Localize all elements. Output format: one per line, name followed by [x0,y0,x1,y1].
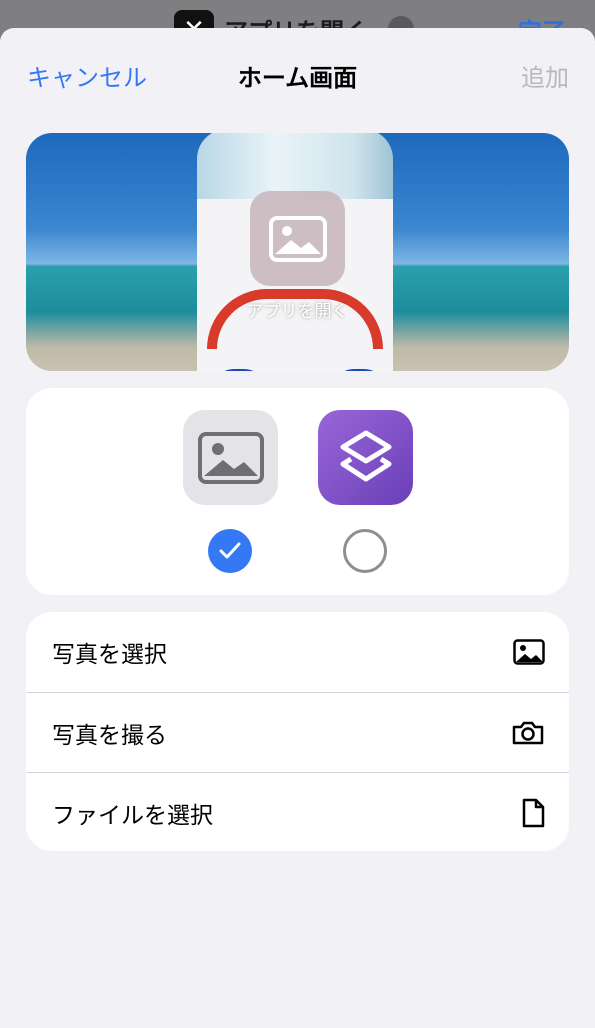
cancel-button[interactable]: キャンセル [27,58,147,93]
preview-app-icon [250,191,345,286]
take-photo-row[interactable]: 写真を撮る [26,692,569,772]
icon-option-shortcuts[interactable] [318,410,413,505]
checkmark-icon [219,542,241,559]
photo-icon [268,215,327,262]
choose-photo-row[interactable]: 写真を選択 [26,612,569,692]
choose-photo-label: 写真を選択 [52,642,167,668]
home-screen-sheet: ホーム画面 キャンセル 追加 ★ アプリを開く [0,28,595,1028]
shortcuts-icon [340,430,391,481]
take-photo-label: 写真を撮る [52,722,167,749]
icon-option-photo-radio[interactable] [208,529,252,573]
image-source-list: 写真を選択 写真を撮る ファイルを選択 [26,612,569,851]
icon-choice-card [26,388,569,595]
photo-icon [513,639,545,665]
document-icon [521,798,545,828]
preview-app-name: アプリを開く [246,302,349,322]
add-button[interactable]: 追加 [521,58,569,93]
choose-file-row[interactable]: ファイルを選択 [26,772,569,851]
icon-option-shortcuts-radio[interactable] [343,529,387,573]
camera-icon [511,720,545,746]
icon-option-photo[interactable] [183,410,278,505]
choose-file-label: ファイルを選択 [52,802,213,829]
home-screen-preview: ★ アプリを開く [26,133,569,371]
photo-placeholder-icon [197,431,264,484]
